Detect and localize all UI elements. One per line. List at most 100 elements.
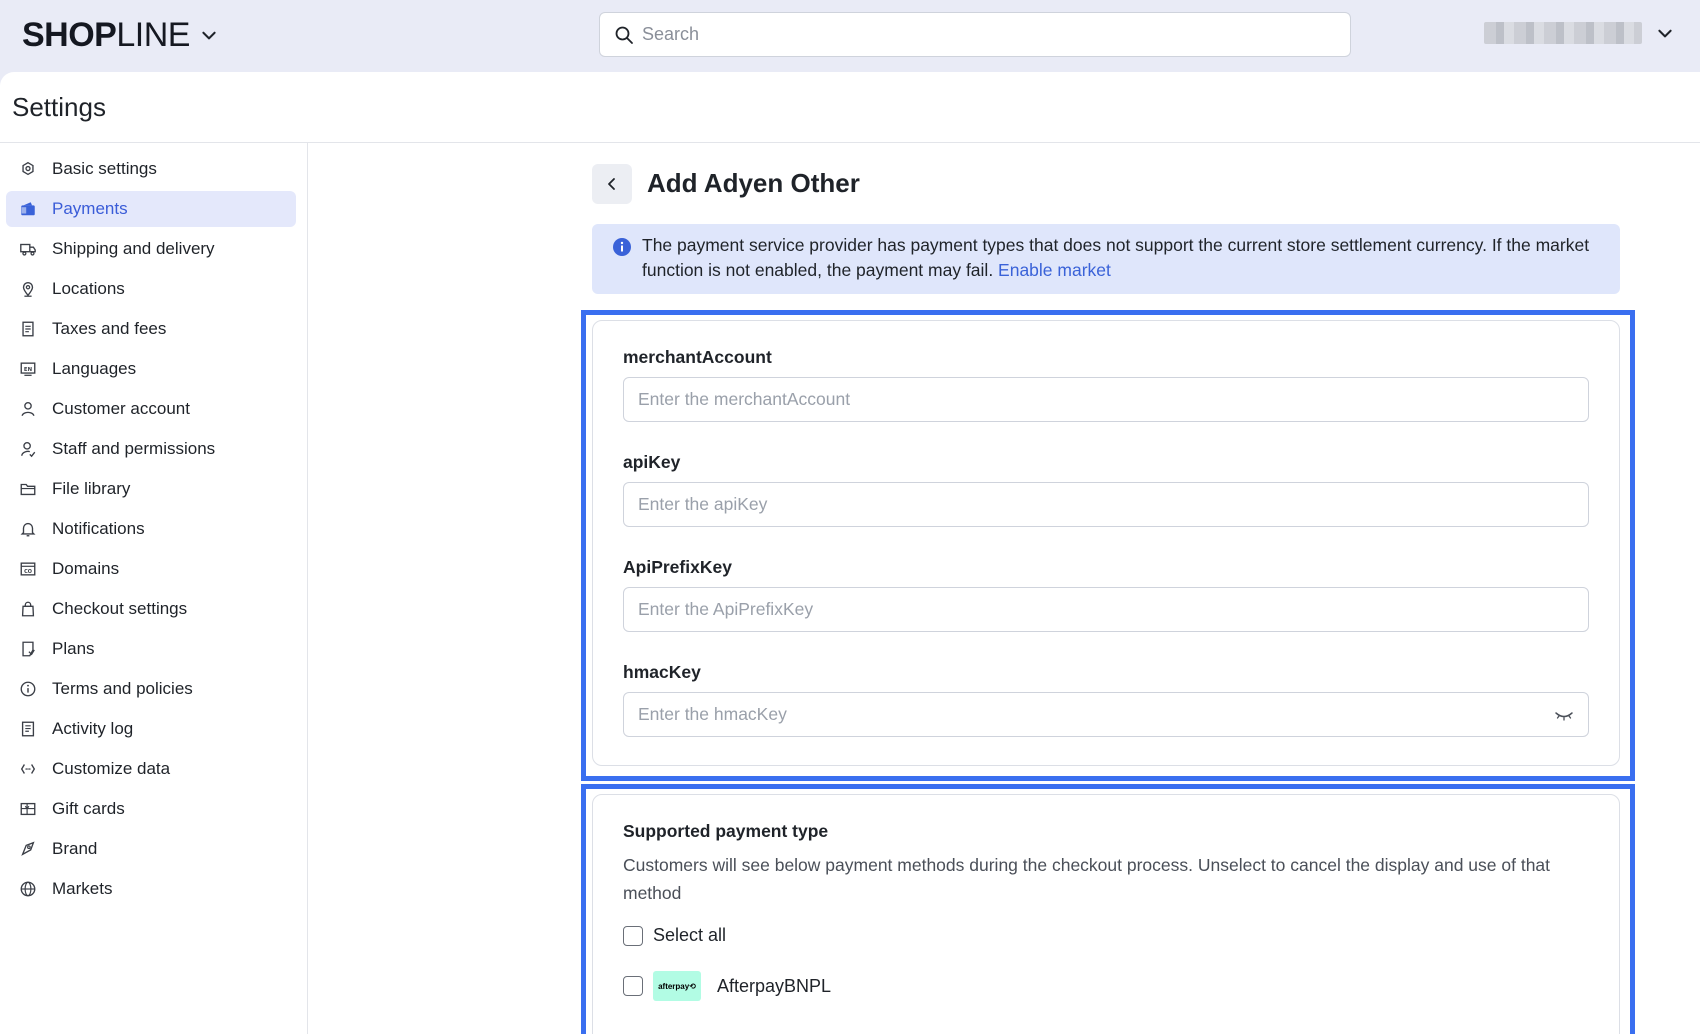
domain-icon: CO (18, 559, 38, 579)
sidebar-item-markets[interactable]: Markets (6, 871, 296, 907)
sidebar-item-shipping-and-delivery[interactable]: Shipping and delivery (6, 231, 296, 267)
settings-sidebar: Basic settings Payments Shipping and deliv… (6, 151, 296, 911)
sidebar-item-label: Activity log (52, 719, 134, 738)
credentials-card: merchantAccount apiKey ApiPrefixKey hmac… (592, 320, 1620, 766)
merchant-account-input[interactable] (638, 389, 1538, 410)
api-prefix-key-input[interactable] (638, 599, 1538, 620)
sidebar-item-brand[interactable]: Brand (6, 831, 296, 867)
receipt-icon (18, 319, 38, 339)
sidebar-item-activity-log[interactable]: Activity log (6, 711, 296, 747)
brand-icon (18, 839, 38, 859)
divider (0, 142, 1700, 143)
svg-text:EN: EN (24, 367, 32, 373)
sidebar-item-plans[interactable]: Plans (6, 631, 296, 667)
sidebar-item-languages[interactable]: EN Languages (6, 351, 296, 387)
sidebar-item-label: Markets (52, 879, 113, 898)
sidebar-item-label: Gift cards (52, 799, 125, 818)
sidebar-item-domains[interactable]: CO Domains (6, 551, 296, 587)
top-bar: SHOPLINE (0, 0, 1700, 72)
sidebar-item-label: Basic settings (52, 159, 157, 178)
payment-method-label: AfterpayBNPL (717, 975, 832, 996)
market-alert: The payment service provider has payment… (592, 224, 1620, 294)
log-icon (18, 719, 38, 739)
payment-types-title: Supported payment type (623, 821, 829, 841)
search-icon (615, 26, 633, 44)
sidebar-item-notifications[interactable]: Notifications (6, 511, 296, 547)
sidebar-item-label: Staff and permissions (52, 439, 216, 458)
sidebar-item-label: Locations (52, 279, 125, 298)
sidebar-item-label: Languages (52, 359, 137, 378)
afterpay-logo: afterpay⟲ (653, 971, 701, 1001)
merchant-account-field[interactable] (623, 377, 1589, 422)
plan-icon (18, 639, 38, 659)
sidebar-item-terms-and-policies[interactable]: Terms and policies (6, 671, 296, 707)
afterpay-checkbox[interactable] (623, 976, 643, 996)
select-all-row[interactable]: Select all (623, 925, 726, 946)
user-account-name[interactable] (1484, 22, 1642, 44)
field-label: ApiPrefixKey (623, 557, 732, 577)
divider (307, 143, 308, 1034)
sidebar-item-checkout-settings[interactable]: Checkout settings (6, 591, 296, 627)
enable-market-link[interactable]: Enable market (998, 260, 1111, 280)
api-key-field[interactable] (623, 482, 1589, 527)
gift-card-icon (18, 799, 38, 819)
sidebar-item-label: Taxes and fees (52, 319, 167, 338)
chevron-down-icon (202, 31, 216, 40)
sidebar-item-label: Domains (52, 559, 120, 578)
globe-icon (18, 879, 38, 899)
sidebar-item-customer-account[interactable]: Customer account (6, 391, 296, 427)
location-pin-icon (18, 279, 38, 299)
language-icon: EN (18, 359, 38, 379)
search-box[interactable] (599, 12, 1351, 57)
sidebar-item-label: Customer account (52, 399, 190, 418)
sidebar-item-gift-cards[interactable]: Gift cards (6, 791, 296, 827)
sidebar-item-payments[interactable]: Payments (6, 191, 296, 227)
field-label: merchantAccount (623, 347, 772, 367)
sidebar-item-basic-settings[interactable]: Basic settings (6, 151, 296, 187)
hmac-key-input[interactable] (638, 704, 1538, 725)
sidebar-item-label: Customize data (52, 759, 171, 778)
wallet-icon (18, 199, 38, 219)
bell-icon (18, 519, 38, 539)
main-title: Add Adyen Other (647, 168, 860, 198)
sidebar-item-taxes-and-fees[interactable]: Taxes and fees (6, 311, 296, 347)
hmac-key-field[interactable] (623, 692, 1589, 737)
api-prefix-key-field[interactable] (623, 587, 1589, 632)
select-all-checkbox[interactable] (623, 925, 643, 946)
sidebar-item-locations[interactable]: Locations (6, 271, 296, 307)
gear-icon (18, 159, 38, 179)
sidebar-item-label: Terms and policies (52, 679, 193, 698)
chevron-left-icon (608, 178, 615, 190)
sidebar-item-label: Payments (52, 199, 128, 218)
svg-text:CO: CO (24, 569, 32, 575)
code-icon (18, 759, 38, 779)
folder-icon (18, 479, 38, 499)
sidebar-item-label: Shipping and delivery (52, 239, 215, 258)
back-button[interactable] (592, 164, 632, 204)
sidebar-item-label: Checkout settings (52, 599, 188, 618)
field-label: apiKey (623, 452, 681, 472)
sidebar-item-label: Notifications (52, 519, 145, 538)
person-icon (18, 399, 38, 419)
api-key-input[interactable] (638, 494, 1538, 515)
truck-icon (18, 239, 38, 259)
alert-text: The payment service provider has payment… (642, 235, 1590, 280)
sidebar-item-label: Plans (52, 639, 95, 658)
page-title: Settings (12, 92, 106, 122)
info-icon (613, 238, 631, 256)
sidebar-item-label: File library (52, 479, 131, 498)
payment-types-description: Customers will see below payment methods… (623, 855, 1551, 903)
settings-panel: Settings Basic settings Payments Shipping … (0, 72, 1700, 1034)
select-all-label: Select all (653, 925, 727, 945)
search-input[interactable] (642, 24, 1322, 45)
payment-types-card: Supported payment type Customers will se… (592, 794, 1620, 1034)
eye-closed-icon[interactable] (1554, 707, 1574, 723)
store-switcher[interactable]: SHOPLINE (22, 16, 218, 54)
payment-method-row[interactable]: afterpay⟲ AfterpayBNPL (623, 971, 831, 1001)
bag-icon (18, 599, 38, 619)
sidebar-item-staff-and-permissions[interactable]: Staff and permissions (6, 431, 296, 467)
chevron-down-icon[interactable] (1656, 24, 1674, 42)
sidebar-item-file-library[interactable]: File library (6, 471, 296, 507)
sidebar-item-customize-data[interactable]: Customize data (6, 751, 296, 787)
shopline-logo: SHOPLINE (22, 16, 190, 54)
